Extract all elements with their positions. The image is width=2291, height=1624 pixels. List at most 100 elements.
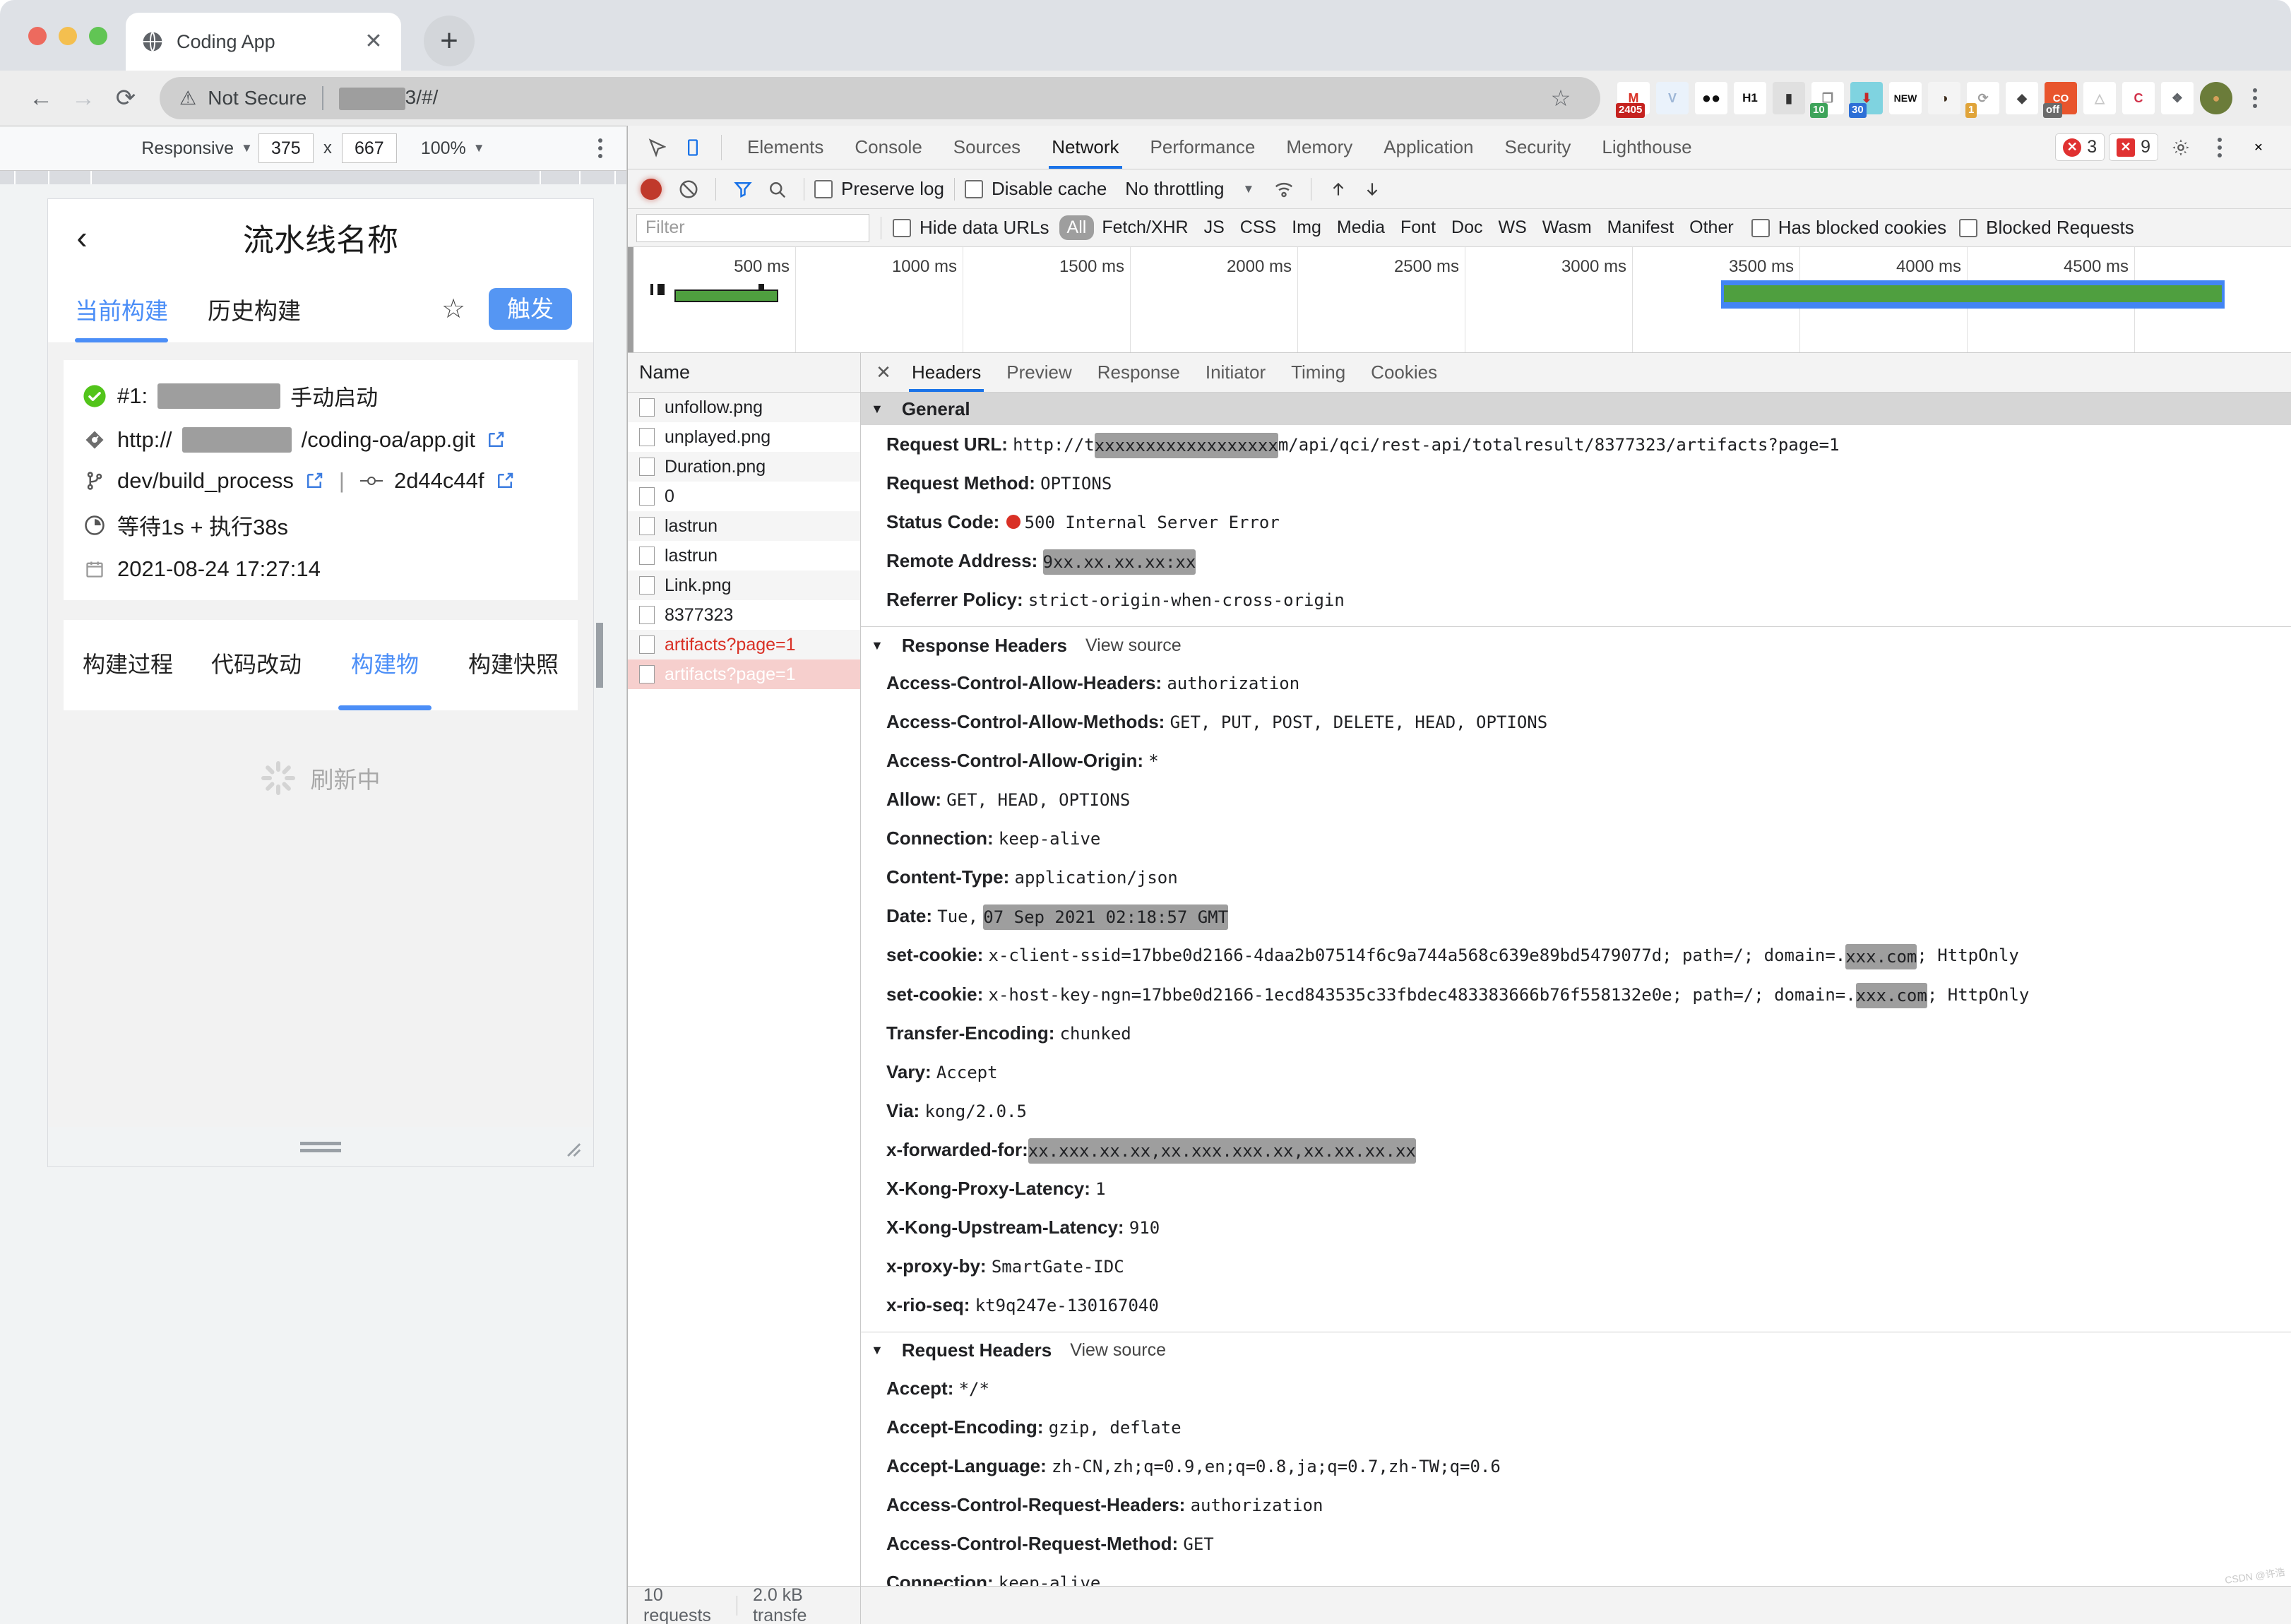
external-link-icon[interactable]: [304, 470, 325, 491]
glasses-extension-icon[interactable]: ●●: [1695, 82, 1727, 114]
timeline-left-handle[interactable]: [628, 247, 633, 352]
filter-type-fetch-xhr[interactable]: Fetch/XHR: [1094, 215, 1196, 240]
table-row[interactable]: lastrun: [628, 541, 860, 571]
filter-type-wasm[interactable]: Wasm: [1535, 215, 1600, 240]
preserve-log-checkbox[interactable]: Preserve log: [814, 178, 944, 200]
sub-tab-build-process[interactable]: 构建过程: [64, 620, 192, 710]
device-height-input[interactable]: 667: [341, 133, 397, 163]
download-har-icon[interactable]: [1355, 172, 1389, 206]
filter-type-ws[interactable]: WS: [1490, 215, 1534, 240]
network-conditions-icon[interactable]: [1267, 172, 1301, 206]
table-row[interactable]: Duration.png: [628, 452, 860, 482]
new-tab-button[interactable]: +: [424, 16, 475, 66]
error-count-badge[interactable]: ✕ 3: [2055, 133, 2105, 161]
funnel-icon[interactable]: [726, 172, 760, 206]
sub-tab-code-changes[interactable]: 代码改动: [192, 620, 321, 710]
trigger-button[interactable]: 触发: [489, 288, 572, 330]
filter-type-css[interactable]: CSS: [1232, 215, 1284, 240]
gear-icon[interactable]: [2162, 129, 2199, 166]
kebab-menu-icon[interactable]: [2239, 82, 2271, 114]
triangle-extension-icon[interactable]: △: [2083, 82, 2116, 114]
puzzle-extension-icon[interactable]: ❖: [2161, 82, 2194, 114]
tab-performance[interactable]: Performance: [1135, 126, 1271, 169]
new-extension-icon[interactable]: NEW: [1889, 82, 1922, 114]
tab-response[interactable]: Response: [1085, 353, 1193, 392]
view-source-link[interactable]: View source: [1085, 635, 1182, 656]
table-row[interactable]: unplayed.png: [628, 422, 860, 452]
mobile-extension-icon[interactable]: ▮: [1773, 82, 1805, 114]
copy-extension-icon[interactable]: ❐ 10: [1810, 82, 1844, 118]
loop-extension-icon[interactable]: ⟳ 1: [1965, 82, 1999, 118]
filter-input[interactable]: Filter: [636, 213, 869, 242]
table-row[interactable]: lastrun: [628, 511, 860, 541]
tab-history-build[interactable]: 历史构建: [208, 275, 301, 342]
filter-type-other[interactable]: Other: [1682, 215, 1742, 240]
back-arrow-icon[interactable]: ←: [20, 77, 62, 119]
kebab-menu-icon[interactable]: [2203, 131, 2236, 164]
blocked-requests-checkbox[interactable]: Blocked Requests: [1959, 217, 2134, 239]
forward-arrow-icon[interactable]: →: [62, 77, 105, 119]
tab-timing[interactable]: Timing: [1278, 353, 1358, 392]
table-row[interactable]: 0: [628, 482, 860, 511]
inspect-element-icon[interactable]: [638, 129, 674, 166]
table-row-selected[interactable]: artifacts?page=1: [628, 659, 860, 689]
shape-extension-icon[interactable]: ◆: [2006, 82, 2038, 114]
record-button-icon[interactable]: [641, 178, 662, 200]
external-link-icon[interactable]: [494, 470, 516, 491]
device-preset-select[interactable]: Responsive ▼: [141, 138, 252, 159]
tab-cookies[interactable]: Cookies: [1358, 353, 1450, 392]
tab-initiator[interactable]: Initiator: [1193, 353, 1278, 392]
close-window-button[interactable]: [28, 27, 47, 45]
filter-type-js[interactable]: JS: [1196, 215, 1232, 240]
mask-extension-icon[interactable]: ◑: [1928, 82, 1960, 114]
has-blocked-cookies-checkbox[interactable]: Has blocked cookies: [1751, 217, 1946, 239]
device-zoom-select[interactable]: 100% ▼: [421, 138, 485, 159]
download-extension-icon[interactable]: ⬇ 30: [1849, 82, 1883, 118]
device-width-input[interactable]: 375: [258, 133, 314, 163]
gmail-extension-icon[interactable]: M 2405: [1616, 82, 1650, 118]
filter-type-all[interactable]: All: [1059, 215, 1095, 240]
tab-lighthouse[interactable]: Lighthouse: [1586, 126, 1707, 169]
network-overview-timeline[interactable]: 500 ms 1000 ms 1500 ms 2000 ms 2500 ms 3…: [628, 247, 2291, 353]
filter-type-media[interactable]: Media: [1329, 215, 1393, 240]
star-icon[interactable]: ☆: [431, 293, 476, 325]
filter-type-manifest[interactable]: Manifest: [1600, 215, 1682, 240]
tab-security[interactable]: Security: [1489, 126, 1587, 169]
sub-tab-build-snapshot[interactable]: 构建快照: [449, 620, 578, 710]
section-request-headers[interactable]: ▼ Request Headers View source: [861, 1332, 2291, 1369]
headers-content[interactable]: ▼ General Request URL: http://txxxxxxxxx…: [861, 393, 2291, 1586]
v-extension-icon[interactable]: V: [1656, 82, 1689, 114]
maximize-window-button[interactable]: [89, 27, 107, 45]
chevron-left-icon[interactable]: ‹: [48, 218, 116, 256]
resize-handle-corner[interactable]: [558, 1134, 582, 1158]
tab-elements[interactable]: Elements: [732, 126, 839, 169]
tab-application[interactable]: Application: [1368, 126, 1489, 169]
disable-cache-checkbox[interactable]: Disable cache: [964, 178, 1107, 200]
tab-sources[interactable]: Sources: [938, 126, 1036, 169]
tab-console[interactable]: Console: [839, 126, 937, 169]
avatar-extension-icon[interactable]: ●: [2200, 82, 2232, 114]
sub-tab-artifacts[interactable]: 构建物: [321, 620, 449, 710]
device-menu-icon[interactable]: [598, 138, 602, 158]
close-icon[interactable]: ✕: [362, 30, 386, 54]
tab-network[interactable]: Network: [1036, 126, 1134, 169]
filter-type-font[interactable]: Font: [1393, 215, 1444, 240]
table-row[interactable]: unfollow.png: [628, 393, 860, 422]
close-icon[interactable]: ✕: [2240, 129, 2277, 166]
view-source-link[interactable]: View source: [1070, 1340, 1166, 1361]
tab-current-build[interactable]: 当前构建: [75, 275, 168, 342]
cors-extension-icon[interactable]: CO off: [2043, 82, 2077, 118]
tab-memory[interactable]: Memory: [1271, 126, 1368, 169]
device-toolbar-icon[interactable]: [674, 129, 711, 166]
browser-tab[interactable]: Coding App ✕: [126, 13, 401, 71]
tab-preview[interactable]: Preview: [994, 353, 1084, 392]
upload-har-icon[interactable]: [1321, 172, 1355, 206]
resize-handle-horizontal[interactable]: [596, 623, 603, 688]
search-icon[interactable]: [760, 172, 794, 206]
table-row[interactable]: Link.png: [628, 571, 860, 600]
minimize-window-button[interactable]: [59, 27, 77, 45]
c-extension-icon[interactable]: C: [2122, 82, 2155, 114]
tab-headers[interactable]: Headers: [899, 353, 994, 392]
hide-data-urls-checkbox[interactable]: Hide data URLs: [893, 217, 1049, 239]
clear-icon[interactable]: [672, 172, 706, 206]
